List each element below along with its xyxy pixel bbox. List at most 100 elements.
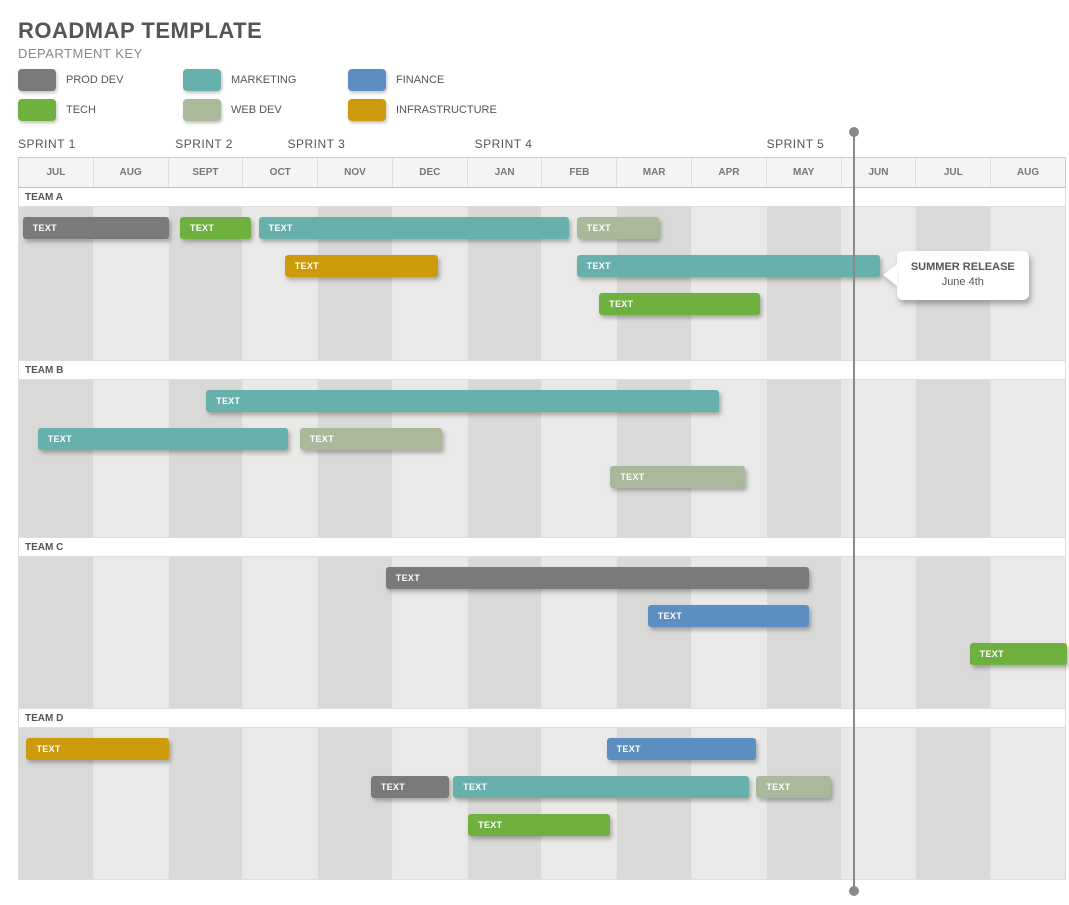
month-cell: JUL bbox=[915, 158, 990, 187]
month-cell: JAN bbox=[467, 158, 542, 187]
gantt-bar-label: TEXT bbox=[980, 649, 1004, 659]
team-section: TEAM BTEXTTEXTTEXTTEXT bbox=[18, 361, 1066, 538]
team-section: TEAM DTEXTTEXTTEXTTEXTTEXTTEXT bbox=[18, 709, 1066, 880]
gantt-bar[interactable]: TEXT bbox=[300, 428, 442, 450]
gantt-bar[interactable]: TEXT bbox=[648, 605, 809, 627]
legend-swatch bbox=[183, 99, 221, 121]
gantt-bar-label: TEXT bbox=[48, 434, 72, 444]
gantt-bar-label: TEXT bbox=[766, 782, 790, 792]
gantt-bar-label: TEXT bbox=[295, 261, 319, 271]
column bbox=[242, 728, 317, 879]
gantt-bar[interactable]: TEXT bbox=[180, 217, 251, 239]
column bbox=[317, 728, 392, 879]
column bbox=[93, 557, 168, 708]
legend-label: INFRASTRUCTURE bbox=[396, 104, 497, 116]
legend-item: WEB DEV bbox=[183, 99, 338, 121]
team-section: TEAM CTEXTTEXTTEXT bbox=[18, 538, 1066, 709]
milestone-marker bbox=[853, 131, 855, 892]
team-body: TEXT TEXT TEXT bbox=[18, 557, 1066, 709]
gantt-bar[interactable]: TEXT bbox=[371, 776, 450, 798]
gantt-bar-label: TEXT bbox=[269, 223, 293, 233]
gantt-bar-label: TEXT bbox=[587, 261, 611, 271]
callout-subtitle: June 4th bbox=[911, 276, 1015, 290]
legend-swatch bbox=[18, 69, 56, 91]
month-cell: OCT bbox=[242, 158, 317, 187]
month-cell: NOV bbox=[317, 158, 392, 187]
column bbox=[990, 728, 1065, 879]
gantt-bar[interactable]: TEXT bbox=[206, 390, 719, 412]
legend-swatch bbox=[183, 69, 221, 91]
gantt-bar-label: TEXT bbox=[36, 744, 60, 754]
gantt-bar[interactable]: TEXT bbox=[23, 217, 169, 239]
gantt-bar-label: TEXT bbox=[587, 223, 611, 233]
legend-label: WEB DEV bbox=[231, 104, 282, 116]
milestone-callout[interactable]: SUMMER RELEASEJune 4th bbox=[897, 251, 1029, 300]
gantt-bar-label: TEXT bbox=[658, 611, 682, 621]
column bbox=[392, 728, 467, 879]
gantt-bar[interactable]: TEXT bbox=[38, 428, 289, 450]
month-cell: APR bbox=[691, 158, 766, 187]
column bbox=[766, 207, 841, 360]
legend-label: FINANCE bbox=[396, 74, 444, 86]
sprint-label: SPRINT 5 bbox=[767, 137, 825, 151]
gantt-bar[interactable]: TEXT bbox=[259, 217, 570, 239]
gantt-bar[interactable]: TEXT bbox=[756, 776, 831, 798]
gantt-bar-label: TEXT bbox=[33, 223, 57, 233]
gantt-bar-label: TEXT bbox=[478, 820, 502, 830]
column bbox=[990, 380, 1065, 537]
roadmap-chart: SPRINT 1 SPRINT 2 SPRINT 3 SPRINT 4 SPRINT 5… bbox=[18, 137, 1066, 880]
column bbox=[467, 728, 542, 879]
sprint-label: SPRINT 1 bbox=[18, 137, 76, 151]
month-cell: JUL bbox=[19, 158, 93, 187]
gantt-bar[interactable]: TEXT bbox=[970, 643, 1067, 665]
legend: PROD DEV MARKETING FINANCE TECH WEB DEV INFRA… bbox=[18, 69, 1051, 121]
month-cell: SEPT bbox=[168, 158, 243, 187]
legend-label: MARKETING bbox=[231, 74, 296, 86]
gantt-bar[interactable]: TEXT bbox=[386, 567, 809, 589]
gantt-bar-label: TEXT bbox=[617, 744, 641, 754]
column bbox=[541, 728, 616, 879]
month-cell: FEB bbox=[541, 158, 616, 187]
month-cell: MAR bbox=[616, 158, 691, 187]
column bbox=[915, 557, 990, 708]
gantt-bar[interactable]: TEXT bbox=[26, 738, 168, 760]
gantt-bar[interactable]: TEXT bbox=[285, 255, 438, 277]
gantt-bar-label: TEXT bbox=[620, 472, 644, 482]
sprint-row: SPRINT 1 SPRINT 2 SPRINT 3 SPRINT 4 SPRINT 5 bbox=[18, 137, 1066, 157]
gantt-bar[interactable]: TEXT bbox=[607, 738, 757, 760]
marker-dot-icon bbox=[849, 127, 859, 137]
legend-label: TECH bbox=[66, 104, 96, 116]
column bbox=[915, 380, 990, 537]
gantt-bar[interactable]: TEXT bbox=[610, 466, 745, 488]
sprint-label: SPRINT 4 bbox=[475, 137, 533, 151]
sprint-label: SPRINT 3 bbox=[287, 137, 345, 151]
month-cell: AUG bbox=[990, 158, 1065, 187]
legend-item: PROD DEV bbox=[18, 69, 173, 91]
column bbox=[19, 380, 93, 537]
column bbox=[168, 557, 243, 708]
legend-swatch bbox=[348, 99, 386, 121]
sprint-label: SPRINT 2 bbox=[175, 137, 233, 151]
month-cell: DEC bbox=[392, 158, 467, 187]
team-header: TEAM D bbox=[18, 709, 1066, 728]
gantt-bar[interactable]: TEXT bbox=[468, 814, 610, 836]
team-body: TEXT TEXT TEXT TEXT bbox=[18, 380, 1066, 538]
gantt-bar[interactable]: TEXT bbox=[577, 217, 659, 239]
gantt-bar[interactable]: TEXT bbox=[453, 776, 749, 798]
gantt-bar[interactable]: TEXT bbox=[599, 293, 760, 315]
gantt-bar-label: TEXT bbox=[216, 396, 240, 406]
column bbox=[990, 557, 1065, 708]
month-cell: MAY bbox=[766, 158, 841, 187]
gantt-bar[interactable]: TEXT bbox=[577, 255, 880, 277]
legend-swatch bbox=[18, 99, 56, 121]
legend-title: DEPARTMENT KEY bbox=[18, 46, 1051, 61]
column bbox=[93, 380, 168, 537]
column bbox=[766, 728, 841, 879]
column bbox=[766, 380, 841, 537]
legend-item: TECH bbox=[18, 99, 173, 121]
page-title: ROADMAP TEMPLATE bbox=[18, 18, 1051, 44]
column bbox=[19, 557, 93, 708]
column bbox=[168, 728, 243, 879]
team-header: TEAM A bbox=[18, 188, 1066, 207]
legend-item: MARKETING bbox=[183, 69, 338, 91]
